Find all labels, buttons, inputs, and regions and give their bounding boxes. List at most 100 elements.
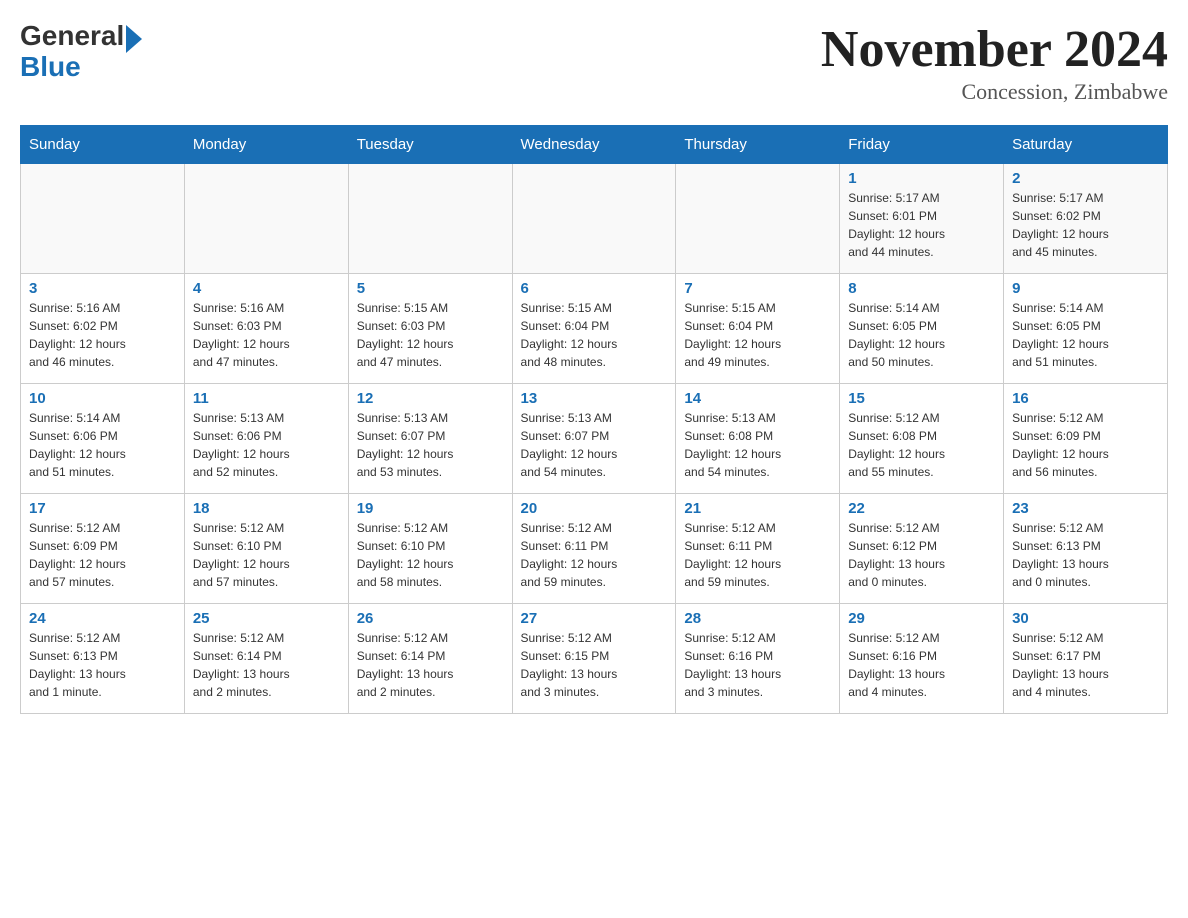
day-info: Sunrise: 5:12 AM Sunset: 6:10 PM Dayligh… [193, 519, 340, 591]
calendar-cell: 1 Sunrise: 5:17 AM Sunset: 6:01 PM Daylig… [840, 164, 1004, 274]
day-info: Sunrise: 5:13 AM Sunset: 6:08 PM Dayligh… [684, 409, 831, 481]
day-number: 6 [521, 280, 668, 297]
logo-arrow-icon [126, 25, 142, 53]
day-number: 12 [357, 390, 504, 407]
day-number: 14 [684, 390, 831, 407]
calendar-cell [184, 164, 348, 274]
calendar-cell: 28Sunrise: 5:12 AM Sunset: 6:16 PM Dayli… [676, 604, 840, 714]
weekday-header-sunday: Sunday [21, 126, 185, 164]
day-number: 30 [1012, 610, 1159, 627]
day-number: 24 [29, 610, 176, 627]
day-number: 27 [521, 610, 668, 627]
day-info: Sunrise: 5:12 AM Sunset: 6:09 PM Dayligh… [1012, 409, 1159, 481]
day-info: Sunrise: 5:16 AM Sunset: 6:03 PM Dayligh… [193, 299, 340, 371]
day-info: Sunrise: 5:15 AM Sunset: 6:04 PM Dayligh… [521, 299, 668, 371]
calendar-cell: 13 Sunrise: 5:13 AM Sunset: 6:07 PM Dayli… [512, 384, 676, 494]
calendar-cell: 27Sunrise: 5:12 AM Sunset: 6:15 PM Dayli… [512, 604, 676, 714]
month-title: November 2024 [821, 20, 1168, 79]
day-info: Sunrise: 5:12 AM Sunset: 6:14 PM Dayligh… [193, 629, 340, 701]
calendar-cell: 14 Sunrise: 5:13 AM Sunset: 6:08 PM Dayli… [676, 384, 840, 494]
calendar-cell: 24Sunrise: 5:12 AM Sunset: 6:13 PM Dayli… [21, 604, 185, 714]
day-number: 15 [848, 390, 995, 407]
day-number: 1 [848, 170, 995, 187]
logo-blue-text: Blue [20, 51, 142, 83]
day-number: 4 [193, 280, 340, 297]
day-number: 16 [1012, 390, 1159, 407]
day-number: 22 [848, 500, 995, 517]
location-title: Concession, Zimbabwe [821, 79, 1168, 105]
day-info: Sunrise: 5:17 AM Sunset: 6:01 PM Dayligh… [848, 189, 995, 261]
weekday-header-saturday: Saturday [1004, 126, 1168, 164]
calendar-cell: 18 Sunrise: 5:12 AM Sunset: 6:10 PM Dayli… [184, 494, 348, 604]
day-number: 11 [193, 390, 340, 407]
calendar-cell: 29 Sunrise: 5:12 AM Sunset: 6:16 PM Dayli… [840, 604, 1004, 714]
calendar-week-row-4: 24Sunrise: 5:12 AM Sunset: 6:13 PM Dayli… [21, 604, 1168, 714]
day-info: Sunrise: 5:12 AM Sunset: 6:17 PM Dayligh… [1012, 629, 1159, 701]
day-info: Sunrise: 5:12 AM Sunset: 6:13 PM Dayligh… [1012, 519, 1159, 591]
calendar-cell: 26 Sunrise: 5:12 AM Sunset: 6:14 PM Dayli… [348, 604, 512, 714]
day-number: 10 [29, 390, 176, 407]
calendar-week-row-2: 10Sunrise: 5:14 AM Sunset: 6:06 PM Dayli… [21, 384, 1168, 494]
day-number: 3 [29, 280, 176, 297]
calendar-cell: 19 Sunrise: 5:12 AM Sunset: 6:10 PM Dayli… [348, 494, 512, 604]
calendar-cell: 15 Sunrise: 5:12 AM Sunset: 6:08 PM Dayli… [840, 384, 1004, 494]
day-number: 23 [1012, 500, 1159, 517]
day-number: 7 [684, 280, 831, 297]
day-info: Sunrise: 5:13 AM Sunset: 6:07 PM Dayligh… [357, 409, 504, 481]
day-info: Sunrise: 5:12 AM Sunset: 6:12 PM Dayligh… [848, 519, 995, 591]
day-number: 26 [357, 610, 504, 627]
calendar-table: SundayMondayTuesdayWednesdayThursdayFrid… [20, 125, 1168, 714]
day-number: 8 [848, 280, 995, 297]
calendar-cell: 21 Sunrise: 5:12 AM Sunset: 6:11 PM Dayli… [676, 494, 840, 604]
day-info: Sunrise: 5:13 AM Sunset: 6:07 PM Dayligh… [521, 409, 668, 481]
calendar-cell [676, 164, 840, 274]
calendar-cell [21, 164, 185, 274]
day-number: 19 [357, 500, 504, 517]
weekday-header-row: SundayMondayTuesdayWednesdayThursdayFrid… [21, 126, 1168, 164]
day-info: Sunrise: 5:16 AM Sunset: 6:02 PM Dayligh… [29, 299, 176, 371]
day-number: 29 [848, 610, 995, 627]
day-number: 18 [193, 500, 340, 517]
weekday-header-wednesday: Wednesday [512, 126, 676, 164]
weekday-header-tuesday: Tuesday [348, 126, 512, 164]
day-number: 28 [684, 610, 831, 627]
calendar-cell: 17Sunrise: 5:12 AM Sunset: 6:09 PM Dayli… [21, 494, 185, 604]
title-section: November 2024 Concession, Zimbabwe [821, 20, 1168, 105]
day-info: Sunrise: 5:12 AM Sunset: 6:16 PM Dayligh… [848, 629, 995, 701]
day-number: 21 [684, 500, 831, 517]
calendar-cell: 22 Sunrise: 5:12 AM Sunset: 6:12 PM Dayli… [840, 494, 1004, 604]
calendar-cell: 16 Sunrise: 5:12 AM Sunset: 6:09 PM Dayli… [1004, 384, 1168, 494]
calendar-week-row-0: 1 Sunrise: 5:17 AM Sunset: 6:01 PM Daylig… [21, 164, 1168, 274]
calendar-cell: 20Sunrise: 5:12 AM Sunset: 6:11 PM Dayli… [512, 494, 676, 604]
day-number: 25 [193, 610, 340, 627]
logo-general-text: General [20, 20, 124, 51]
calendar-cell: 8 Sunrise: 5:14 AM Sunset: 6:05 PM Daylig… [840, 274, 1004, 384]
day-info: Sunrise: 5:17 AM Sunset: 6:02 PM Dayligh… [1012, 189, 1159, 261]
weekday-header-friday: Friday [840, 126, 1004, 164]
day-info: Sunrise: 5:14 AM Sunset: 6:05 PM Dayligh… [848, 299, 995, 371]
calendar-cell: 2Sunrise: 5:17 AM Sunset: 6:02 PM Daylig… [1004, 164, 1168, 274]
day-info: Sunrise: 5:12 AM Sunset: 6:08 PM Dayligh… [848, 409, 995, 481]
day-info: Sunrise: 5:13 AM Sunset: 6:06 PM Dayligh… [193, 409, 340, 481]
day-number: 5 [357, 280, 504, 297]
calendar-cell: 30 Sunrise: 5:12 AM Sunset: 6:17 PM Dayli… [1004, 604, 1168, 714]
day-number: 17 [29, 500, 176, 517]
day-info: Sunrise: 5:12 AM Sunset: 6:11 PM Dayligh… [684, 519, 831, 591]
day-number: 9 [1012, 280, 1159, 297]
calendar-cell: 4 Sunrise: 5:16 AM Sunset: 6:03 PM Daylig… [184, 274, 348, 384]
day-info: Sunrise: 5:15 AM Sunset: 6:03 PM Dayligh… [357, 299, 504, 371]
calendar-cell: 10Sunrise: 5:14 AM Sunset: 6:06 PM Dayli… [21, 384, 185, 494]
day-info: Sunrise: 5:12 AM Sunset: 6:10 PM Dayligh… [357, 519, 504, 591]
calendar-cell: 3 Sunrise: 5:16 AM Sunset: 6:02 PM Daylig… [21, 274, 185, 384]
calendar-cell: 7Sunrise: 5:15 AM Sunset: 6:04 PM Daylig… [676, 274, 840, 384]
page-header: General Blue November 2024 Concession, Z… [20, 20, 1168, 105]
calendar-cell: 25 Sunrise: 5:12 AM Sunset: 6:14 PM Dayli… [184, 604, 348, 714]
day-info: Sunrise: 5:12 AM Sunset: 6:14 PM Dayligh… [357, 629, 504, 701]
calendar-cell: 11 Sunrise: 5:13 AM Sunset: 6:06 PM Dayli… [184, 384, 348, 494]
calendar-cell: 9Sunrise: 5:14 AM Sunset: 6:05 PM Daylig… [1004, 274, 1168, 384]
calendar-cell [512, 164, 676, 274]
calendar-cell: 12 Sunrise: 5:13 AM Sunset: 6:07 PM Dayli… [348, 384, 512, 494]
calendar-cell: 6 Sunrise: 5:15 AM Sunset: 6:04 PM Daylig… [512, 274, 676, 384]
day-number: 13 [521, 390, 668, 407]
calendar-week-row-3: 17Sunrise: 5:12 AM Sunset: 6:09 PM Dayli… [21, 494, 1168, 604]
